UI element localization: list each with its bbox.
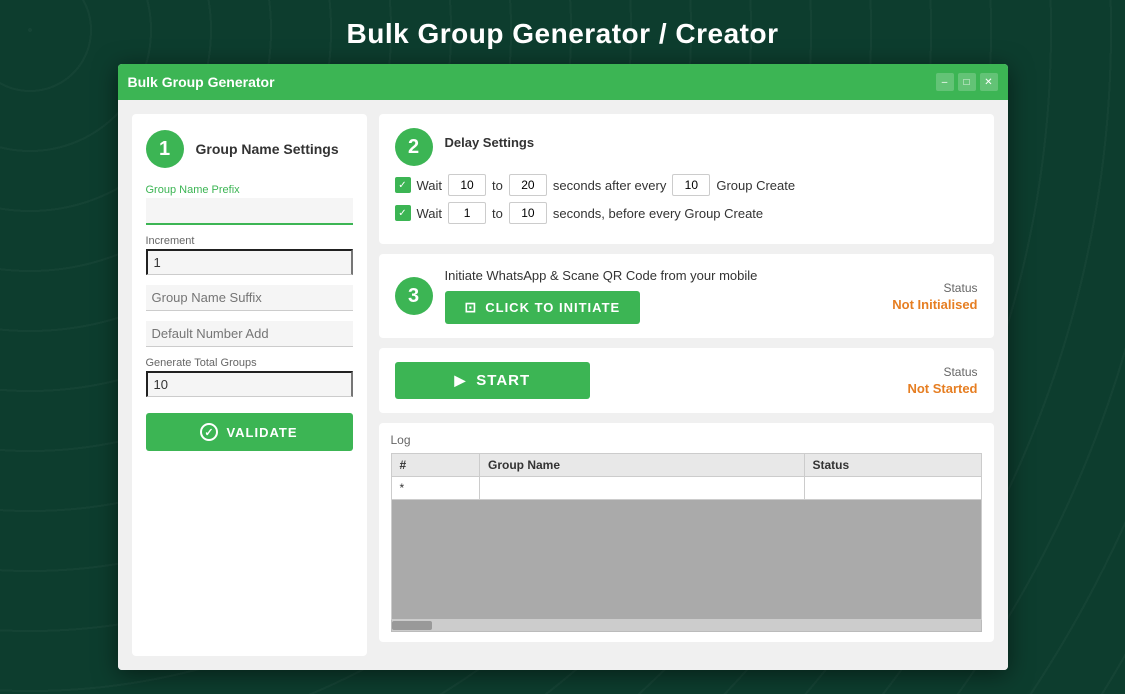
log-col-status: Status — [804, 454, 981, 477]
right-panel: 2 Delay Settings ✓ Wait to seconds after… — [379, 114, 994, 656]
initiate-icon: ⊡ — [465, 299, 478, 316]
delay-settings-card: 2 Delay Settings ✓ Wait to seconds after… — [379, 114, 994, 244]
validate-button[interactable]: ✓ VALIDATE — [146, 413, 353, 451]
left-panel: 1 Group Name Settings Group Name Prefix … — [132, 114, 367, 656]
step3-circle: 3 — [395, 277, 433, 315]
prefix-field-group: Group Name Prefix — [146, 184, 353, 225]
start-button[interactable]: ▶ START — [395, 362, 591, 399]
initiate-status-block: Status Not Initialised — [892, 281, 977, 312]
log-card: Log # Group Name Status * — [379, 423, 994, 642]
increment-input[interactable] — [146, 249, 353, 275]
total-groups-label: Generate Total Groups — [146, 357, 353, 369]
delay-to1[interactable] — [509, 174, 547, 196]
step1-title: Group Name Settings — [196, 141, 339, 157]
start-status-label: Status — [907, 365, 977, 379]
log-row-group-name — [480, 477, 805, 500]
delay-from1[interactable] — [448, 174, 486, 196]
log-col-number: # — [391, 454, 480, 477]
suffix-field-group — [146, 285, 353, 311]
start-card: ▶ START Status Not Started — [379, 348, 994, 413]
close-button[interactable]: ✕ — [980, 73, 998, 91]
initiate-status-label: Status — [892, 281, 977, 295]
initiate-btn-label: CLICK TO INITIATE — [485, 300, 620, 315]
delay-every1[interactable] — [672, 174, 710, 196]
start-play-icon: ▶ — [455, 372, 467, 389]
maximize-button[interactable]: □ — [958, 73, 976, 91]
log-scrollbar[interactable] — [391, 620, 982, 632]
initiate-description: Initiate WhatsApp & Scane QR Code from y… — [445, 268, 881, 283]
window-title: Bulk Group Generator — [128, 74, 936, 90]
log-body-area — [391, 500, 982, 620]
delay-action-label1: Group Create — [716, 178, 795, 193]
validate-label: VALIDATE — [226, 425, 297, 440]
log-col-group-name: Group Name — [480, 454, 805, 477]
titlebar: Bulk Group Generator – □ ✕ — [118, 64, 1008, 100]
log-scrollbar-thumb — [392, 621, 432, 630]
total-groups-input[interactable] — [146, 371, 353, 397]
application-window: Bulk Group Generator – □ ✕ 1 Group Name … — [118, 64, 1008, 670]
log-row-number: * — [391, 477, 480, 500]
validate-check-icon: ✓ — [200, 423, 218, 441]
delay-to2[interactable] — [509, 202, 547, 224]
log-table: # Group Name Status * — [391, 453, 982, 500]
prefix-input[interactable] — [146, 198, 353, 225]
start-status-block: Status Not Started — [907, 365, 977, 396]
step1-header: 1 Group Name Settings — [146, 130, 353, 168]
total-groups-field-group: Generate Total Groups — [146, 357, 353, 397]
prefix-label: Group Name Prefix — [146, 184, 353, 196]
step1-circle: 1 — [146, 130, 184, 168]
delay-row-1: ✓ Wait to seconds after every Group Crea… — [395, 174, 978, 196]
increment-label: Increment — [146, 235, 353, 247]
delay-seconds-label2: seconds, before every Group Create — [553, 206, 763, 221]
initiate-status-value: Not Initialised — [892, 297, 977, 312]
delay-title: Delay Settings — [445, 135, 535, 150]
log-row-status — [804, 477, 981, 500]
step2-circle: 2 — [395, 128, 433, 166]
delay-seconds-label1: seconds after every — [553, 178, 666, 193]
start-btn-label: START — [476, 372, 530, 389]
initiate-info: Initiate WhatsApp & Scane QR Code from y… — [445, 268, 881, 324]
default-number-input[interactable] — [146, 321, 353, 347]
delay-to-label2: to — [492, 206, 503, 221]
delay-wait-label1: Wait — [417, 178, 443, 193]
delay-from2[interactable] — [448, 202, 486, 224]
suffix-input[interactable] — [146, 285, 353, 311]
initiate-button[interactable]: ⊡ CLICK TO INITIATE — [445, 291, 641, 324]
start-status-value: Not Started — [907, 381, 977, 396]
delay-to-label1: to — [492, 178, 503, 193]
delay-check1[interactable]: ✓ — [395, 177, 411, 193]
log-label: Log — [391, 433, 982, 447]
table-row: * — [391, 477, 981, 500]
delay-row-2: ✓ Wait to seconds, before every Group Cr… — [395, 202, 978, 224]
delay-wait-label2: Wait — [417, 206, 443, 221]
step2-header: 2 Delay Settings — [395, 128, 978, 166]
page-title: Bulk Group Generator / Creator — [347, 0, 779, 64]
window-body: 1 Group Name Settings Group Name Prefix … — [118, 100, 1008, 670]
increment-field-group: Increment — [146, 235, 353, 275]
window-controls: – □ ✕ — [936, 73, 998, 91]
delay-check2[interactable]: ✓ — [395, 205, 411, 221]
minimize-button[interactable]: – — [936, 73, 954, 91]
default-number-field-group — [146, 321, 353, 347]
initiate-card: 3 Initiate WhatsApp & Scane QR Code from… — [379, 254, 994, 338]
